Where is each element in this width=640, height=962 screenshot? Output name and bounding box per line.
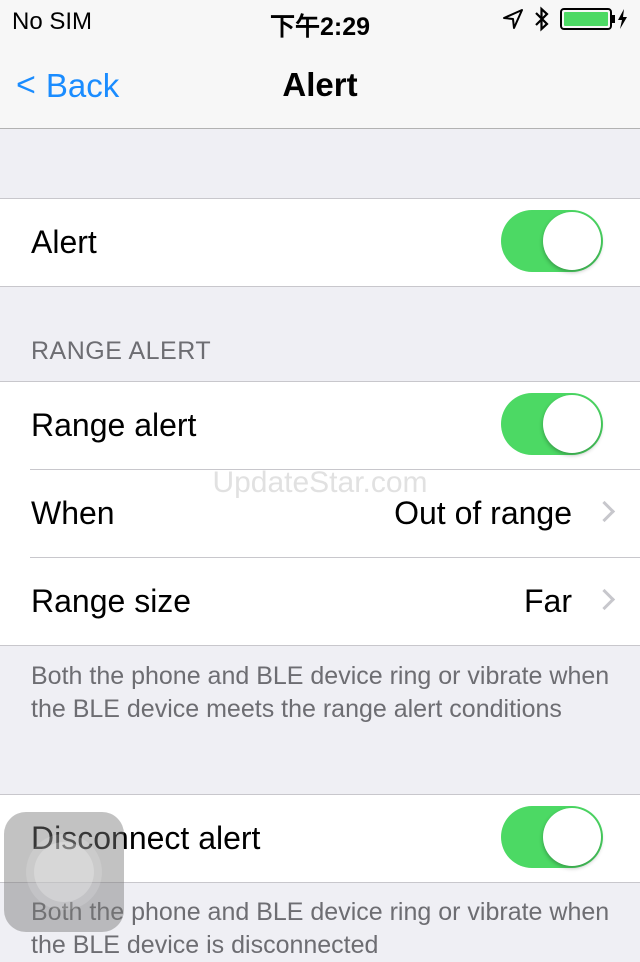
when-label: When xyxy=(31,495,115,531)
section-header-range-alert: RANGE ALERT xyxy=(31,337,212,365)
range-size-row[interactable]: Range size Far xyxy=(0,557,640,645)
range-alert-toggle[interactable] xyxy=(501,393,603,455)
battery-icon xyxy=(560,7,630,36)
when-value: Out of range xyxy=(394,495,572,531)
chevron-right-icon xyxy=(593,588,616,611)
navigation-bar: < Back Alert xyxy=(0,40,640,129)
status-icons xyxy=(502,6,630,37)
assistive-touch-icon xyxy=(34,842,94,902)
toggle-knob xyxy=(543,212,601,270)
range-alert-footer: Both the phone and BLE device ring or vi… xyxy=(31,662,610,723)
page-title: Alert xyxy=(282,66,358,103)
alert-group: Alert xyxy=(0,198,640,287)
range-size-label: Range size xyxy=(31,583,192,619)
range-alert-label: Range alert xyxy=(31,407,197,443)
toggle-knob xyxy=(543,395,601,453)
alert-toggle[interactable] xyxy=(501,210,603,272)
assistive-touch-button[interactable] xyxy=(4,812,124,932)
range-size-value: Far xyxy=(524,583,572,619)
range-alert-row: Range alert xyxy=(0,382,640,469)
alert-label: Alert xyxy=(31,224,97,260)
bluetooth-icon xyxy=(534,6,550,37)
location-icon xyxy=(502,8,524,35)
chevron-right-icon xyxy=(593,500,616,523)
status-bar: No SIM 下午2:29 xyxy=(0,0,640,41)
watermark: UpdateStar.com xyxy=(212,466,428,499)
range-alert-group: Range alert When Out of range Range size… xyxy=(0,381,640,646)
alert-row: Alert xyxy=(0,199,640,286)
toggle-knob xyxy=(543,808,601,866)
disconnect-alert-toggle[interactable] xyxy=(501,806,603,868)
